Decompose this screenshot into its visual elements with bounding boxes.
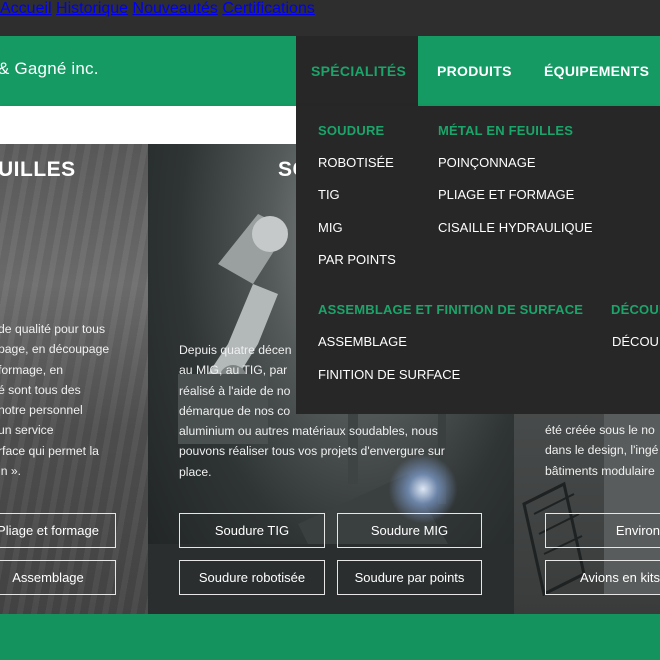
dropdown-item-robotisee[interactable]: ROBOTISÉE [318, 155, 394, 170]
assemblage-button[interactable]: Assemblage [0, 560, 116, 595]
avions-en-kits-button[interactable]: Avions en kits [545, 560, 660, 595]
soudure-robotisee-button[interactable]: Soudure robotisée [179, 560, 325, 595]
dropdown-item-mig[interactable]: MIG [318, 220, 343, 235]
dropdown-item-tig[interactable]: TIG [318, 187, 340, 202]
page: Accueil Historique Nouveautés Certificat… [0, 0, 660, 660]
column-heading-metal: UILLES [0, 158, 76, 181]
dropdown-item-cisaille[interactable]: CISAILLE HYDRAULIQUE [438, 220, 593, 235]
dropdown-item-assemblage[interactable]: ASSEMBLAGE [318, 334, 407, 349]
soudure-tig-button[interactable]: Soudure TIG [179, 513, 325, 548]
environnement-button[interactable]: Environ [545, 513, 660, 548]
dropdown-heading-soudure[interactable]: SOUDURE [318, 123, 384, 138]
dropdown-item-poinconnage[interactable]: POINÇONNAGE [438, 155, 536, 170]
footer-green-band [0, 614, 660, 660]
pliage-formage-button[interactable]: Pliage et formage [0, 513, 116, 548]
dropdown-item-decoupe[interactable]: DÉCOUP [612, 334, 660, 349]
dropdown-heading-metal[interactable]: MÉTAL EN FEUILLES [438, 123, 573, 138]
dropdown-item-finition[interactable]: FINITION DE SURFACE [318, 367, 460, 382]
dropdown-heading-assemblage[interactable]: ASSEMBLAGE ET FINITION DE SURFACE [318, 302, 583, 317]
top-nav-accueil[interactable]: Accueil [0, 0, 52, 17]
column-text-metal: de qualité pour tous page, en découpage … [0, 322, 110, 479]
top-nav-nouveautes[interactable]: Nouveautés [133, 0, 218, 17]
dropdown-item-pliage-formage[interactable]: PLIAGE ET FORMAGE [438, 187, 574, 202]
company-logo[interactable]: & Gagné inc. [0, 59, 99, 79]
top-utility-bar: Accueil Historique Nouveautés Certificat… [0, 0, 660, 36]
dropdown-item-par-points[interactable]: PAR POINTS [318, 252, 396, 267]
nav-produits[interactable]: PRODUITS [437, 63, 512, 79]
soudure-mig-button[interactable]: Soudure MIG [337, 513, 482, 548]
soudure-par-points-button[interactable]: Soudure par points [337, 560, 482, 595]
nav-equipements[interactable]: ÉQUIPEMENTS [544, 63, 649, 79]
dropdown-heading-decoupe[interactable]: DÉCOUP [611, 302, 660, 317]
top-nav-certifications[interactable]: Certifications [222, 0, 314, 17]
specialites-dropdown-menu: SOUDURE ROBOTISÉE TIG MIG PAR POINTS MÉT… [296, 106, 660, 414]
nav-specialites[interactable]: SPÉCIALITÉS [311, 63, 406, 79]
column-text-produits: été créée sous le no dans le design, l'i… [545, 423, 659, 478]
top-nav-historique[interactable]: Historique [56, 0, 128, 17]
